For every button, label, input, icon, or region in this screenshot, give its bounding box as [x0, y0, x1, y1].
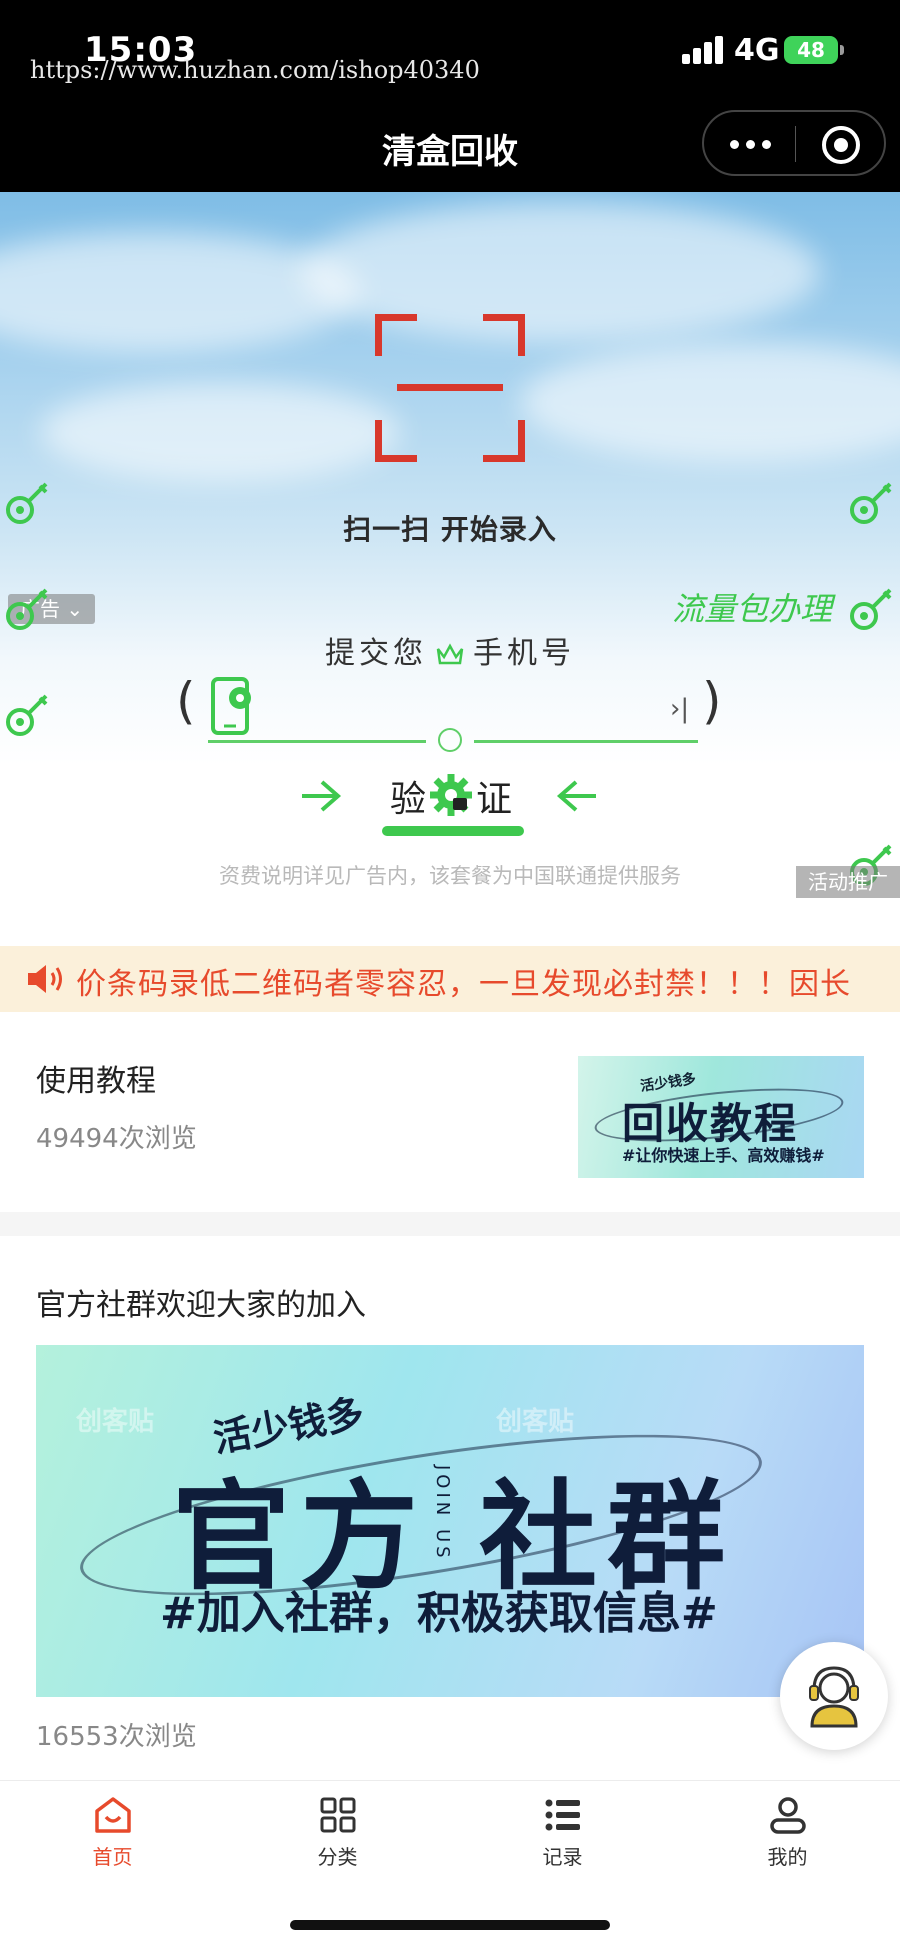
thumb-sub-text: #让你快速上手、高效赚钱#	[622, 1146, 825, 1165]
key-icon	[850, 482, 892, 524]
verify-underline	[382, 826, 524, 836]
notice-text: 价条码录低二维码者零容忍，一旦发现必封禁！！！因长	[76, 967, 851, 1002]
ad-flow-text: 流量包办理	[672, 590, 833, 628]
section-divider	[0, 1212, 900, 1236]
home-icon	[94, 1797, 131, 1833]
list-icon	[545, 1799, 580, 1831]
community-title: 官方社群欢迎大家的加入	[36, 1288, 366, 1323]
hero-scan-area: 扫一扫 开始录入 广告 ⌄ 流量包办理 提交您 手机号 ( ) ›| 验证 资费说…	[0, 192, 900, 946]
banner-join-text: JOIN US	[432, 1465, 453, 1562]
promo-tag[interactable]: 活动推广	[796, 866, 900, 898]
crown-icon	[436, 642, 464, 664]
headset-icon	[809, 1666, 859, 1728]
tutorial-thumbnail[interactable]: 活少钱多 回收教程 #让你快速上手、高效赚钱#	[578, 1056, 864, 1178]
notice-marquee[interactable]: 价条码录低二维码者零容忍，一旦发现必封禁！！！因长	[0, 946, 900, 1012]
submit-title-right: 手机号	[473, 636, 575, 671]
paren-left: (	[176, 672, 196, 730]
phone-input-cursor-icon[interactable]: ›|	[670, 694, 689, 724]
user-icon	[769, 1797, 806, 1834]
banner-watermark: 创客贴	[496, 1407, 575, 1437]
check-icon	[438, 728, 462, 752]
community-banner[interactable]: 创客贴 创客贴 活少钱多 官方 社群 JOIN US #加入社群，积极获取信息#	[36, 1345, 864, 1697]
community-views: 16553次浏览	[36, 1722, 197, 1752]
battery-icon: 48	[784, 36, 844, 64]
close-mini-program-icon[interactable]	[822, 126, 860, 164]
banner-sub-text: #加入社群，积极获取信息#	[160, 1588, 718, 1639]
capsule-divider	[795, 126, 796, 162]
fee-note: 资费说明详见广告内，该套餐为中国联通提供服务	[219, 864, 681, 888]
tab-category[interactable]: 分类	[225, 1795, 450, 1870]
gear-lock-icon	[430, 774, 472, 816]
scan-icon[interactable]	[375, 314, 525, 462]
paren-right: )	[702, 672, 722, 730]
customer-service-button[interactable]	[780, 1642, 888, 1750]
tab-label: 分类	[317, 1845, 358, 1869]
phone-icon	[211, 677, 251, 735]
mini-program-capsule	[702, 110, 886, 176]
tab-label: 首页	[92, 1845, 133, 1869]
key-icon	[6, 482, 48, 524]
key-icon	[6, 588, 48, 630]
tab-label: 我的	[767, 1845, 808, 1869]
signal-icon	[682, 36, 724, 64]
home-indicator	[290, 1920, 610, 1930]
arrow-left-icon	[556, 780, 596, 812]
tab-label: 记录	[542, 1845, 583, 1869]
key-icon	[850, 588, 892, 630]
key-icon	[6, 694, 48, 736]
network-type: 4G	[734, 33, 780, 68]
submit-title-left: 提交您	[325, 636, 427, 671]
tutorial-views: 49494次浏览	[36, 1124, 197, 1154]
more-icon[interactable]	[728, 126, 774, 162]
tab-home[interactable]: 首页	[0, 1795, 225, 1870]
arrow-right-icon	[302, 780, 342, 812]
tab-records[interactable]: 记录	[450, 1795, 675, 1870]
watermark-url: https://www.huzhan.com/ishop40340	[30, 56, 480, 84]
verify-label: 验证	[390, 779, 563, 820]
top-bar: 15:03 https://www.huzhan.com/ishop40340 …	[0, 0, 900, 192]
tab-mine[interactable]: 我的	[675, 1795, 900, 1870]
tutorial-title: 使用教程	[36, 1064, 156, 1099]
banner-watermark: 创客贴	[76, 1407, 155, 1437]
phone-input-underline[interactable]	[474, 740, 698, 743]
scan-label[interactable]: 扫一扫 开始录入	[0, 508, 900, 548]
phone-submit-title: 提交您 手机号	[0, 628, 900, 672]
speaker-icon	[28, 965, 62, 993]
category-icon	[320, 1797, 355, 1833]
phone-input-underline[interactable]	[208, 740, 426, 743]
